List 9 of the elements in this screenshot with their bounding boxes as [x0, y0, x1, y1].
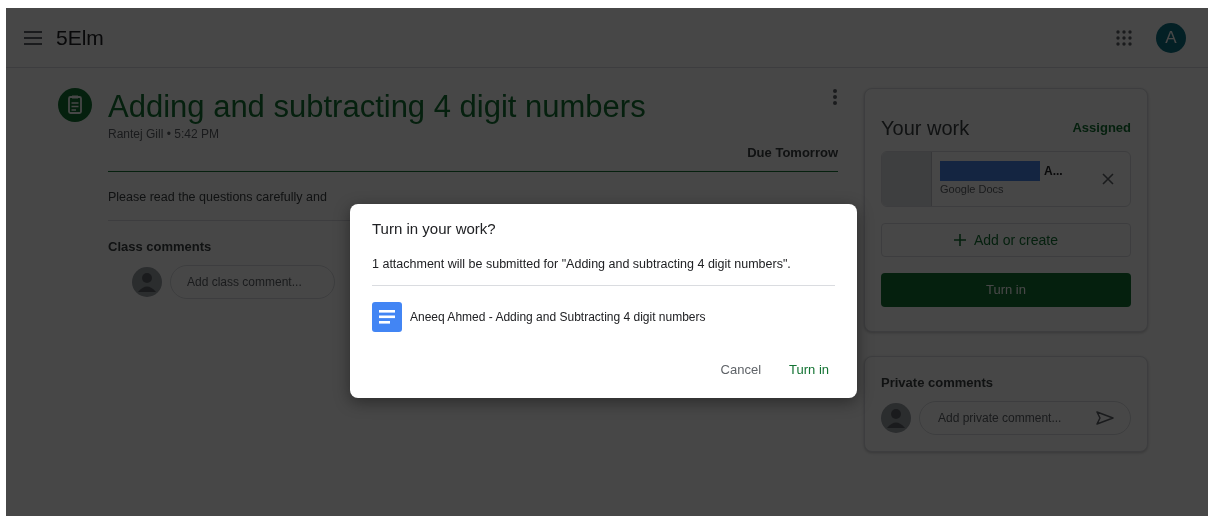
file-name: A...: [1044, 162, 1063, 180]
attachment-name: Aneeq Ahmed - Adding and Subtracting 4 digit numbers: [410, 309, 706, 327]
document-icon: [372, 302, 402, 333]
dialog-title: Turn in your work?: [372, 219, 497, 239]
dialog-message: 1 attachment will be submitted for "Adding and subtracting 4 digit numbers".: [372, 254, 835, 287]
cancel-button[interactable]: Cancel: [714, 356, 767, 384]
turn-in-button[interactable]: Turn in: [783, 356, 835, 384]
assignment-title: Adding and subtracting 4 digit numbers: [108, 88, 647, 126]
status-label: Assigned: [1072, 119, 1131, 138]
